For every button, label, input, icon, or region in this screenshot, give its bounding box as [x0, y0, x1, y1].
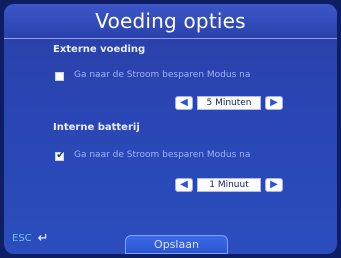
internal-battery-increase-button[interactable]: ▶ [265, 178, 283, 192]
esc-label: ESC [12, 233, 32, 244]
checkmark-icon: ✔ [56, 150, 65, 161]
external-power-checkbox[interactable] [55, 72, 64, 81]
internal-battery-stepper: ◀ 1 Minuut ▶ [175, 177, 283, 193]
external-power-stepper: ◀ 5 Minuten ▶ [175, 95, 283, 111]
title-bar: Voeding opties [4, 4, 337, 39]
left-arrow-icon: ◀ [180, 97, 188, 108]
internal-battery-decrease-button[interactable]: ◀ [175, 178, 193, 192]
left-arrow-icon: ◀ [180, 179, 188, 190]
external-power-value: 5 Minuten [197, 96, 261, 110]
back-arrow-icon: ↵ [37, 230, 49, 246]
page-title: Voeding opties [95, 9, 246, 33]
external-power-option-label: Ga naar de Stroom besparen Modus na [74, 70, 251, 80]
external-power-decrease-button[interactable]: ◀ [175, 96, 193, 110]
external-power-increase-button[interactable]: ▶ [265, 96, 283, 110]
right-arrow-icon: ▶ [270, 179, 278, 190]
section-external-power: Externe voeding [53, 44, 146, 55]
internal-battery-checkbox[interactable]: ✔ [55, 150, 65, 161]
save-button[interactable]: Opslaan [125, 235, 228, 254]
esc-back-button[interactable]: ESC ↵ [12, 230, 49, 246]
right-arrow-icon: ▶ [270, 97, 278, 108]
power-options-screen: Voeding opties Externe voeding Ga naar d… [4, 4, 337, 254]
internal-battery-value: 1 Minuut [197, 178, 261, 192]
internal-battery-option-label: Ga naar de Stroom besparen Modus na [74, 150, 251, 160]
section-internal-battery: Interne batterij [53, 122, 140, 133]
